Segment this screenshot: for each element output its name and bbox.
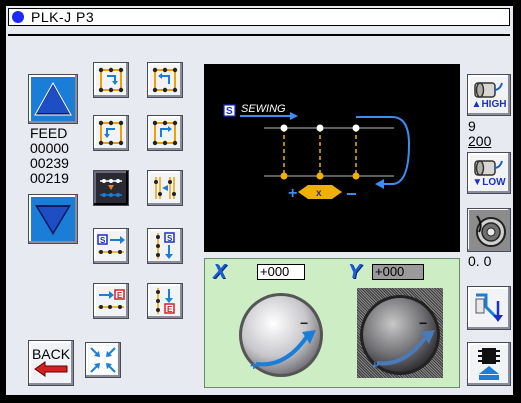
high-arrow-icon: ▲ [471, 99, 482, 110]
high-label: ▲HIGH [472, 100, 507, 110]
x-dial-minus: − [300, 315, 308, 331]
collapse-center-icon [89, 346, 117, 374]
y-dial-minus: − [419, 315, 427, 331]
stitch-sequence-button-selected[interactable] [93, 170, 129, 206]
start-move-right-icon: S [97, 234, 125, 254]
pattern-loop-icon [98, 67, 124, 93]
start-point-down-button[interactable]: S [147, 228, 183, 264]
sequence-pattern-button-4[interactable] [147, 115, 183, 151]
program-title: PLK-J P3 [31, 9, 95, 25]
memory-chip-upload-icon [478, 348, 500, 380]
up-arrow-icon [31, 77, 75, 121]
back-arrow-icon [34, 361, 68, 377]
tension-value: 0. 0 [468, 253, 492, 269]
high-text: HIGH [481, 99, 507, 110]
end-move-down-icon: E [156, 288, 175, 314]
x-axis-label: X [213, 261, 227, 283]
low-label: ▼LOW [472, 178, 505, 188]
speed-low-button[interactable]: ▼LOW [467, 152, 511, 194]
stitch-move-button[interactable] [147, 170, 183, 206]
back-label: BACK [31, 346, 71, 362]
speed-high-button[interactable]: ▲HIGH [467, 74, 511, 116]
low-arrow-icon: ▼ [472, 177, 483, 188]
scroll-up-button[interactable] [28, 74, 78, 124]
pattern-loop-icon [152, 67, 178, 93]
y-axis-label: Y [348, 261, 362, 283]
spool-high-icon [474, 82, 503, 98]
stitch-row-icon [100, 179, 122, 197]
x-dial-plus: + [250, 358, 258, 373]
feed-value-2: 00239 [30, 155, 69, 171]
start-point-right-button[interactable]: S [93, 228, 129, 264]
status-dot-icon [12, 11, 24, 23]
y-offset-value: +000 [372, 264, 424, 280]
program-save-button[interactable] [467, 342, 511, 386]
feed-value-3: 00219 [30, 170, 69, 186]
title-divider [8, 34, 510, 36]
scroll-down-button[interactable] [28, 194, 78, 244]
y-jog-dial[interactable]: + − [357, 288, 443, 378]
end-badge-e: E [117, 291, 123, 300]
speed-value: 200 [468, 133, 492, 149]
tension-dial-icon [469, 210, 509, 250]
spool-low-icon [474, 160, 503, 176]
feed-label: FEED [30, 125, 68, 141]
presser-foot-down-icon [475, 293, 503, 322]
screen: PLK-J P3 FEED 00000 00239 00219 BACK S S… [0, 0, 521, 403]
end-point-right-button[interactable]: E [93, 283, 129, 319]
x-offset-value: +000 [257, 264, 305, 280]
end-badge-e-2: E [167, 305, 173, 314]
sequence-pattern-button-2[interactable] [147, 62, 183, 98]
start-move-down-icon: S [156, 232, 175, 259]
down-arrow-icon [31, 197, 75, 241]
presser-down-button[interactable] [467, 286, 511, 330]
pattern-loop-icon [152, 120, 178, 146]
pattern-loop-icon [98, 120, 124, 146]
x-dial-knob-icon: + − [239, 293, 323, 377]
start-badge-s-2: S [167, 234, 173, 243]
y-dial-plus: + [371, 358, 379, 373]
stitch-shift-icon [154, 177, 176, 199]
title-bar: PLK-J P3 [8, 8, 510, 26]
speed-level-value: 9 [468, 118, 476, 134]
sequence-pattern-button-1[interactable] [93, 62, 129, 98]
end-point-down-button[interactable]: E [147, 283, 183, 319]
sequence-pattern-button-3[interactable] [93, 115, 129, 151]
sewing-caption: SEWING [241, 103, 286, 115]
preview-cross-mark: x [316, 188, 322, 199]
low-text: LOW [482, 177, 506, 188]
thread-tension-button[interactable] [467, 208, 511, 252]
back-button[interactable]: BACK [28, 340, 74, 386]
preview-minus-sign: − [346, 184, 357, 204]
sewing-diagram: S SEWING + x − [223, 103, 411, 204]
preview-plus-sign: + [288, 185, 297, 202]
sewing-badge-s: S [226, 106, 233, 117]
origin-center-button[interactable] [85, 342, 121, 378]
end-move-right-icon: E [98, 289, 125, 309]
x-jog-dial[interactable]: + − [236, 290, 326, 380]
feed-value-1: 00000 [30, 140, 69, 156]
y-dial-knob-icon: + − [360, 295, 440, 375]
start-badge-s: S [100, 236, 106, 245]
sewing-preview: S SEWING + x − [204, 64, 460, 252]
